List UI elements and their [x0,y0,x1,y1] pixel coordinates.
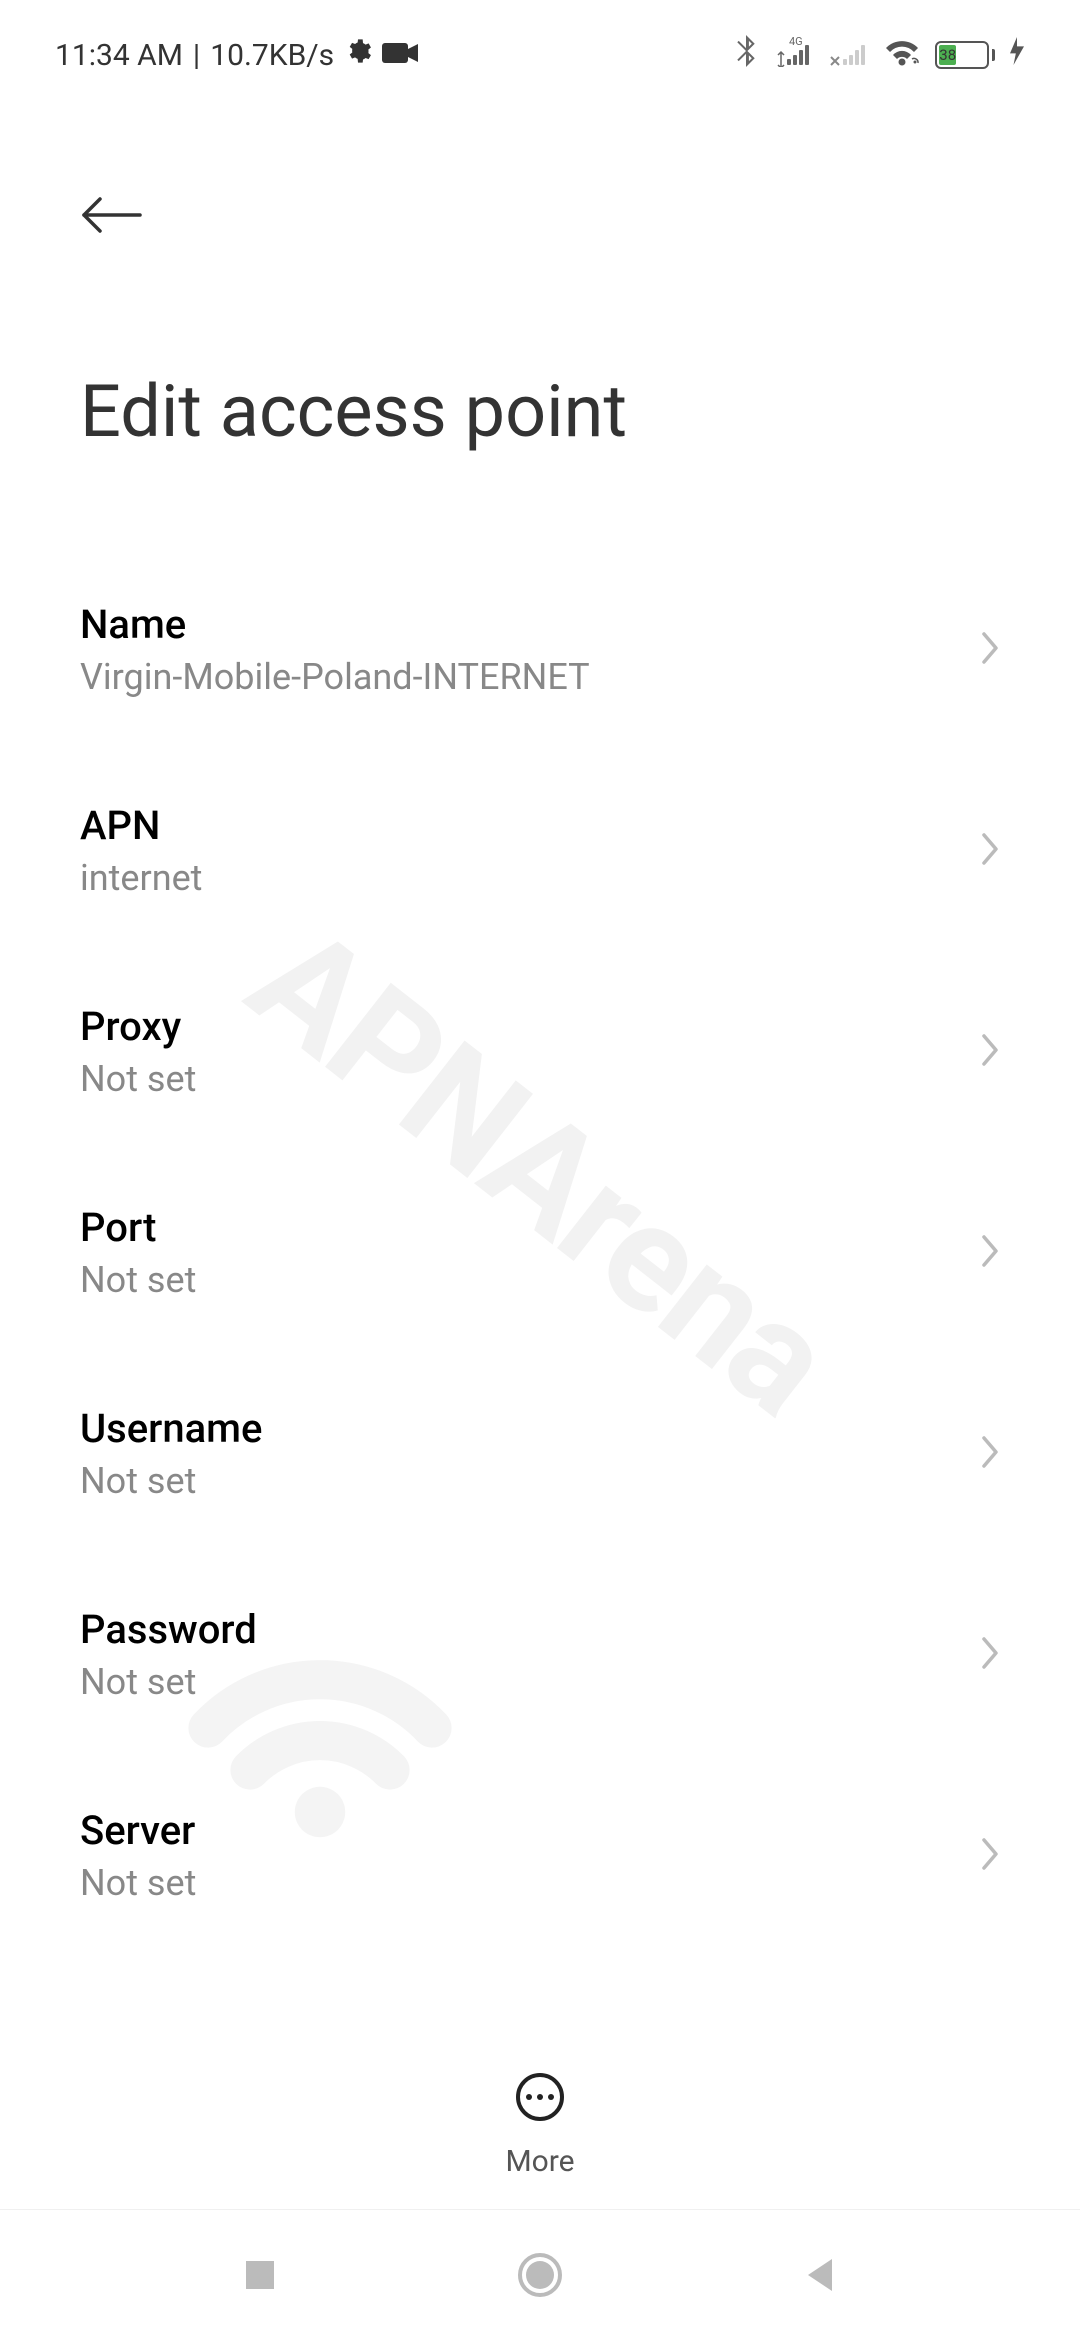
setting-password[interactable]: Password Not set [80,1554,1000,1755]
setting-value: Not set [80,1661,257,1703]
setting-value: Not set [80,1058,196,1100]
setting-value: Not set [80,1259,196,1301]
chevron-right-icon [980,1635,1000,1675]
battery-indicator: 38 [935,41,995,69]
chevron-right-icon [980,630,1000,670]
setting-label: Proxy [80,1003,196,1050]
status-bar-left: 11:34 AM | 10.7KB/s [55,37,418,73]
setting-server[interactable]: Server Not set [80,1755,1000,1956]
back-button[interactable] [80,195,1000,239]
gear-icon [344,37,372,73]
chevron-right-icon [980,1836,1000,1876]
status-bar-right: 4G [735,35,1025,75]
navigation-bar [0,2209,1080,2340]
setting-apn[interactable]: APN internet [80,750,1000,951]
charging-icon [1009,37,1025,73]
setting-username[interactable]: Username Not set [80,1353,1000,1554]
nav-back-button[interactable] [795,2250,845,2300]
setting-label: Password [80,1606,257,1653]
signal-4g-icon: 4G [771,35,813,75]
camera-icon [382,38,418,73]
page-title: Edit access point [80,369,1000,454]
setting-label: Server [80,1807,196,1854]
svg-text:4G: 4G [789,35,803,48]
chevron-right-icon [980,1032,1000,1072]
setting-value: internet [80,857,202,899]
setting-proxy[interactable]: Proxy Not set [80,951,1000,1152]
chevron-right-icon [980,1434,1000,1474]
wifi-icon [883,36,921,74]
setting-label: Name [80,601,590,648]
more-dots-icon [515,2072,565,2126]
status-separator: | [193,38,200,73]
setting-port[interactable]: Port Not set [80,1152,1000,1353]
chevron-right-icon [980,1233,1000,1273]
setting-value: Not set [80,1862,196,1904]
chevron-right-icon [980,831,1000,871]
settings-list: Name Virgin-Mobile-Poland-INTERNET APN i… [0,484,1080,1985]
setting-label: APN [80,802,202,849]
status-bar: 11:34 AM | 10.7KB/s 4G [0,0,1080,95]
nav-home-button[interactable] [515,2250,565,2300]
signal-no-sim-icon [827,35,869,75]
more-button[interactable]: More [0,2032,1080,2209]
setting-label: Username [80,1405,262,1452]
status-net-speed: 10.7KB/s [210,38,334,73]
setting-label: Port [80,1204,196,1251]
nav-recent-button[interactable] [235,2250,285,2300]
setting-name[interactable]: Name Virgin-Mobile-Poland-INTERNET [80,549,1000,750]
setting-value: Not set [80,1460,262,1502]
more-label: More [505,2144,574,2179]
bottom-area: More [0,2032,1080,2340]
setting-mmsc[interactable]: MMSC Not set [80,1956,1000,1985]
page-header: Edit access point [0,95,1080,484]
bluetooth-icon [735,35,757,75]
status-time: 11:34 AM [55,38,183,73]
setting-value: Virgin-Mobile-Poland-INTERNET [80,656,590,698]
